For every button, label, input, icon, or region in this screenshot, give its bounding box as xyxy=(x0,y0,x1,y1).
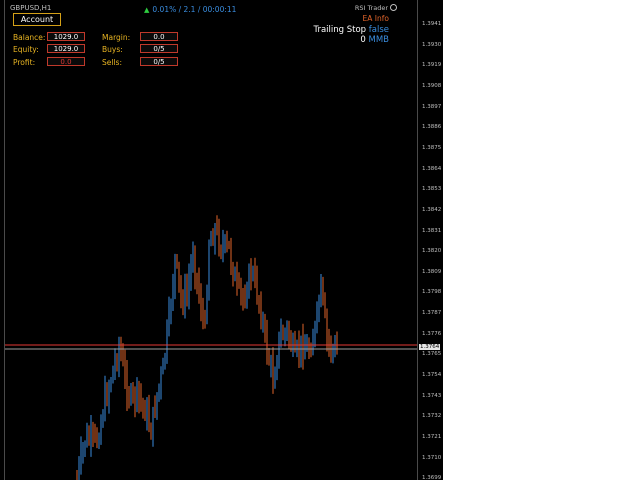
trailing-stop-label: Trailing Stop xyxy=(313,25,367,35)
price-tick: 1.3710 xyxy=(422,454,442,461)
margin-label: Margin: xyxy=(102,33,131,42)
price-tick: 1.3941 xyxy=(422,21,442,27)
ea-info-label: EA Info xyxy=(362,14,389,23)
balance-value: 1029.0 xyxy=(47,32,85,41)
price-tick: 1.3919 xyxy=(422,62,442,69)
status-text: 0.01% / 2.1 / 00:00:11 xyxy=(152,5,237,14)
mmb-label: MMB xyxy=(368,35,390,45)
price-tick: 1.3732 xyxy=(422,413,442,420)
profit-label: Profit: xyxy=(13,58,36,67)
buys-value: 0/5 xyxy=(140,44,178,53)
mmb-status: 0 MMB xyxy=(360,35,389,45)
chart-window[interactable]: GBPUSD,H1 ▲ 0.01% / 2.1 / 00:00:11 RSI Tr… xyxy=(0,0,443,481)
plot-area[interactable] xyxy=(4,0,418,480)
price-tick: 1.3820 xyxy=(422,248,442,255)
price-tick: 1.3908 xyxy=(422,82,442,89)
price-tick: 1.3853 xyxy=(422,186,442,193)
price-tick: 1.3787 xyxy=(422,310,442,317)
price-tick: 1.3754 xyxy=(422,372,442,379)
equity-label: Equity: xyxy=(13,45,39,54)
equity-value: 1029.0 xyxy=(47,44,85,53)
price-tick: 1.3765 xyxy=(422,351,442,358)
price-bars xyxy=(76,215,338,480)
sells-value: 0/5 xyxy=(140,57,178,66)
profit-value: 0.0 xyxy=(47,57,85,66)
price-tick: 1.3776 xyxy=(422,330,442,337)
price-tick: 1.3721 xyxy=(422,434,442,440)
price-tick: 1.3699 xyxy=(422,475,442,481)
price-tick: 1.3886 xyxy=(422,124,442,131)
price-tick: 1.3809 xyxy=(422,268,442,275)
balance-label: Balance: xyxy=(13,33,46,42)
price-tick: 1.3897 xyxy=(422,103,442,110)
price-tick: 1.3864 xyxy=(422,165,442,172)
trailing-stop-status: Trailing Stop false xyxy=(314,25,389,35)
margin-value: 0.0 xyxy=(140,32,178,41)
sells-label: Sells: xyxy=(102,58,122,67)
ea-name: RSI Trader xyxy=(355,4,397,12)
mmb-count: 0 xyxy=(360,35,366,45)
price-chart[interactable] xyxy=(5,0,418,480)
price-tick: 1.3930 xyxy=(422,41,442,48)
trailing-stop-value: false xyxy=(368,25,389,35)
symbol-label: GBPUSD,H1 xyxy=(10,4,52,12)
price-tick: 1.3842 xyxy=(422,206,442,213)
price-tick: 1.3875 xyxy=(422,144,442,151)
status-readout: ▲ 0.01% / 2.1 / 00:00:11 xyxy=(144,5,236,14)
buys-label: Buys: xyxy=(102,45,123,54)
price-tick: 1.3831 xyxy=(422,227,442,234)
smiley-icon xyxy=(390,4,397,11)
ea-name-text: RSI Trader xyxy=(354,4,388,12)
account-button[interactable]: Account xyxy=(13,13,61,26)
up-arrow-icon: ▲ xyxy=(144,6,150,14)
price-tick: 1.3743 xyxy=(422,392,442,399)
price-tick: 1.3798 xyxy=(422,289,442,296)
current-price-tag: 1.3764 xyxy=(419,344,441,350)
